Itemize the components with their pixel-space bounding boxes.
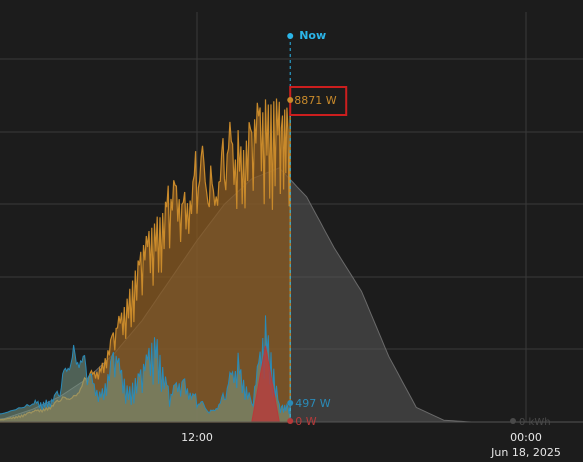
home-readout-marker bbox=[287, 400, 294, 406]
now-label: Now bbox=[299, 29, 326, 42]
forecast-energy-marker bbox=[510, 418, 516, 424]
now-marker bbox=[287, 33, 294, 39]
solar-readout: 8871 W bbox=[294, 94, 336, 107]
energy-power-chart[interactable]: Now 8871 W 497 W 0 W 0 kWh 12:00 00:00 J… bbox=[0, 0, 583, 462]
home-readout: 497 W bbox=[295, 397, 330, 410]
x-tick-label: 12:00 bbox=[181, 431, 213, 444]
x-tick-date-label: Jun 18, 2025 bbox=[490, 446, 561, 459]
x-tick-label: 00:00 bbox=[510, 431, 542, 444]
solar-readout-marker bbox=[287, 97, 294, 103]
forecast-energy-readout: 0 kWh bbox=[519, 417, 551, 428]
grid-readout-marker bbox=[287, 418, 294, 424]
grid-readout: 0 W bbox=[295, 415, 316, 428]
